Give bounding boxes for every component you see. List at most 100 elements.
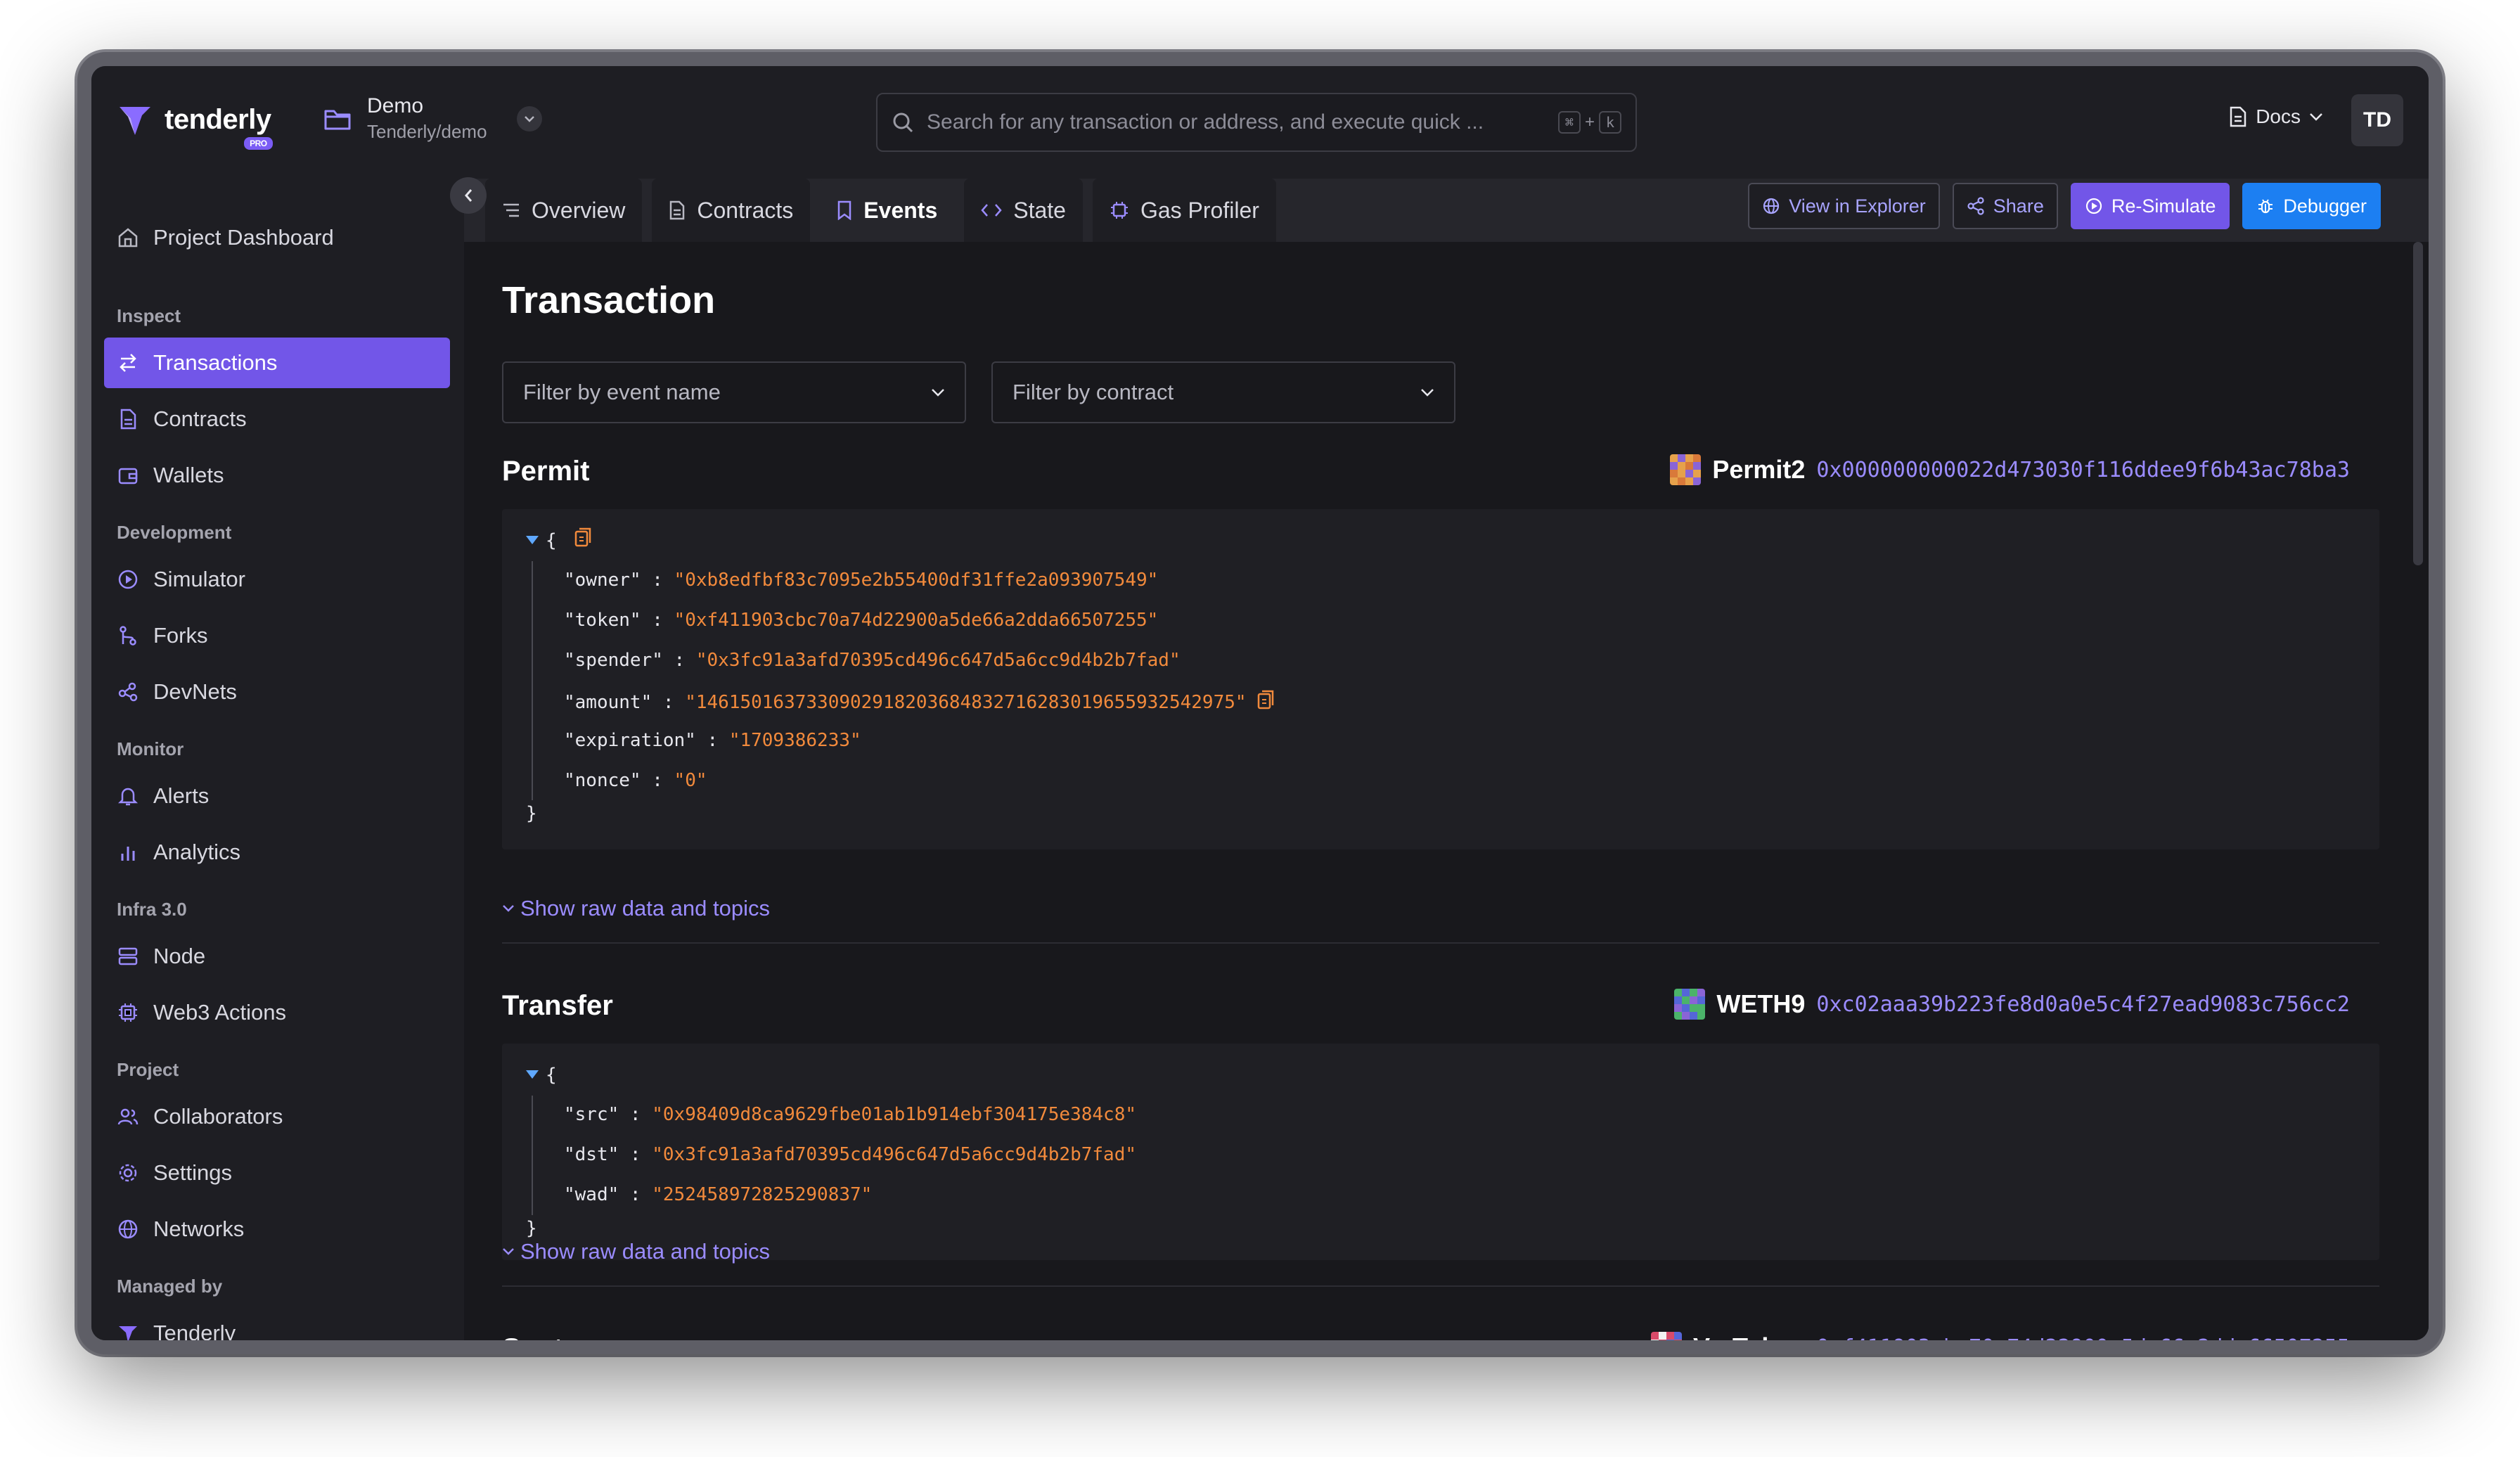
re-simulate-button[interactable]: Re-Simulate <box>2070 183 2230 229</box>
param-colon: : <box>641 570 674 591</box>
project-switcher[interactable]: Demo Tenderly/demo <box>323 94 542 143</box>
sidebar-item-analytics[interactable]: Analytics <box>104 827 450 878</box>
param-colon: : <box>641 610 674 631</box>
contract-name: WETH9 <box>1716 989 1806 1018</box>
filter-by-contract-select[interactable]: Filter by contract <box>991 361 1455 423</box>
sidebar-item-collaborators[interactable]: Collaborators <box>104 1091 450 1142</box>
document-icon <box>2230 106 2246 127</box>
docs-menu[interactable]: Docs <box>2229 105 2323 128</box>
tab-label: Gas Profiler <box>1140 197 1259 223</box>
event-contract-permit2[interactable]: Permit2 0x000000000022d473030f116ddee9f6… <box>1670 454 2350 485</box>
contract-address-link[interactable]: 0x000000000022d473030f116ddee9f6b43ac78b… <box>1816 458 2350 482</box>
chevron-down-icon <box>2310 113 2322 121</box>
tab-overview[interactable]: Overview <box>485 179 643 242</box>
param-value[interactable]: "252458972825290837" <box>652 1184 872 1205</box>
sidebar-item-wallets[interactable]: Wallets <box>104 450 450 501</box>
close-brace: } <box>526 803 537 824</box>
param-row: "dst" : "0x3fc91a3afd70395cd496c647d5a6c… <box>564 1144 1136 1165</box>
param-value[interactable]: "0x98409d8ca9629fbe01ab1b914ebf304175e38… <box>652 1104 1136 1125</box>
param-key: "wad" <box>564 1184 619 1205</box>
param-key: "amount" <box>564 692 652 713</box>
section-infra: Infra 3.0 <box>117 899 187 920</box>
sidebar-item-project-dashboard[interactable]: Project Dashboard <box>104 212 450 263</box>
sidebar-item-forks[interactable]: Forks <box>104 610 450 661</box>
collapse-toggle-icon[interactable] <box>526 536 539 544</box>
list-icon <box>503 203 519 217</box>
contract-address-link[interactable]: 0xc02aaa39b223fe8d0a0e5c4f27ead9083c756c… <box>1816 992 2350 1017</box>
collapse-sidebar-button[interactable] <box>450 177 487 214</box>
sidebar-item-web3-actions[interactable]: Web3 Actions <box>104 987 450 1038</box>
sidebar-item-settings[interactable]: Settings <box>104 1148 450 1198</box>
close-brace: } <box>526 1218 537 1239</box>
tab-gas-profiler[interactable]: Gas Profiler <box>1092 179 1276 242</box>
sidebar-item-transactions[interactable]: Transactions <box>104 338 450 388</box>
user-avatar[interactable]: TD <box>2351 94 2403 146</box>
show-raw-data-toggle[interactable]: Show raw data and topics <box>502 1239 770 1264</box>
file-icon <box>670 200 685 220</box>
param-key: "expiration" <box>564 730 696 751</box>
shortcut-plus: + <box>1584 113 1595 131</box>
event-contract-weth9[interactable]: WETH9 0xc02aaa39b223fe8d0a0e5c4f27ead908… <box>1674 989 2350 1020</box>
search-bar[interactable]: Search for any transaction or address, a… <box>876 93 1637 152</box>
button-label: Debugger <box>2283 195 2367 217</box>
debugger-button[interactable]: Debugger <box>2242 183 2381 229</box>
sidebar-item-tenderly[interactable]: Tenderly <box>104 1308 450 1340</box>
show-raw-data-toggle[interactable]: Show raw data and topics <box>502 896 770 921</box>
server-icon <box>118 947 138 965</box>
filter-label: Filter by contract <box>1012 380 1174 404</box>
tab-events[interactable]: Events <box>820 179 955 242</box>
param-value[interactable]: "0x3fc91a3afd70395cd496c647d5a6cc9d4b2b7… <box>652 1144 1136 1165</box>
events-content: Transaction Filter by event name Filter … <box>464 242 2429 1340</box>
sidebar-item-devnets[interactable]: DevNets <box>104 667 450 717</box>
event-divider <box>502 1285 2379 1287</box>
param-key: "token" <box>564 610 641 631</box>
param-row: "nonce" : "0" <box>564 770 707 791</box>
param-value[interactable]: "0xb8edfbf83c7095e2b55400df31ffe2a093907… <box>674 570 1159 591</box>
chevron-down-icon <box>932 389 944 397</box>
filter-by-event-select[interactable]: Filter by event name <box>502 361 966 423</box>
collapse-toggle-icon[interactable] <box>526 1070 539 1079</box>
sidebar-item-networks[interactable]: Networks <box>104 1204 450 1254</box>
view-in-explorer-button[interactable]: View in Explorer <box>1748 183 1940 229</box>
param-value[interactable]: "146150163733090291820368483271628301965… <box>685 692 1246 713</box>
copy-icon[interactable] <box>1256 690 1275 711</box>
bug-icon <box>2258 199 2273 214</box>
cpu-icon <box>1110 202 1128 219</box>
event-contract-vratoken[interactable]: VraToken 0xf411903cbc70a74d22900a5de66a2… <box>1651 1332 2350 1340</box>
event-params-transfer: { "src" : "0x98409d8ca9629fbe01ab1b914eb… <box>502 1044 2379 1260</box>
contract-avatar-icon <box>1670 454 1702 485</box>
param-value[interactable]: "0" <box>674 770 707 791</box>
content-scrollbar[interactable] <box>2413 242 2423 565</box>
code-icon <box>981 204 1002 217</box>
sidebar-item-label: Contracts <box>153 406 247 431</box>
sidebar-item-simulator[interactable]: Simulator <box>104 554 450 605</box>
param-colon: : <box>695 730 729 751</box>
home-icon <box>118 228 138 248</box>
tab-label: Contracts <box>697 197 794 223</box>
sidebar-item-node[interactable]: Node <box>104 931 450 982</box>
shortcut-key: k <box>1598 111 1621 134</box>
param-row: "src" : "0x98409d8ca9629fbe01ab1b914ebf3… <box>564 1104 1136 1125</box>
bar-chart-icon <box>121 847 135 861</box>
chevron-down-icon <box>503 1248 514 1255</box>
param-value[interactable]: "1709386233" <box>729 730 861 751</box>
share-button[interactable]: Share <box>1952 183 2058 229</box>
tab-state[interactable]: State <box>964 179 1083 242</box>
sidebar-item-contracts[interactable]: Contracts <box>104 394 450 444</box>
sidebar-item-label: Forks <box>153 623 208 648</box>
param-value[interactable]: "0x3fc91a3afd70395cd496c647d5a6cc9d4b2b7… <box>696 650 1181 671</box>
contract-address-link[interactable]: 0xf411903cbc70a74d22900a5de66a2dda665072… <box>1816 1335 2350 1341</box>
tab-contracts[interactable]: Contracts <box>652 179 811 242</box>
project-dropdown-button[interactable] <box>516 105 542 131</box>
globe-icon <box>118 1219 138 1239</box>
param-row: "owner" : "0xb8edfbf83c7095e2b55400df31f… <box>564 570 1158 591</box>
param-key: "src" <box>564 1104 619 1125</box>
tenderly-logo[interactable]: tenderly PRO <box>115 100 273 150</box>
search-input[interactable]: Search for any transaction or address, a… <box>927 110 1545 134</box>
sidebar-item-label: DevNets <box>153 679 237 704</box>
sidebar-item-alerts[interactable]: Alerts <box>104 771 450 821</box>
param-row: "token" : "0xf411903cbc70a74d22900a5de66… <box>564 610 1158 631</box>
copy-icon[interactable] <box>574 527 592 548</box>
param-value[interactable]: "0xf411903cbc70a74d22900a5de66a2dda66507… <box>674 610 1159 631</box>
param-colon: : <box>619 1184 652 1205</box>
